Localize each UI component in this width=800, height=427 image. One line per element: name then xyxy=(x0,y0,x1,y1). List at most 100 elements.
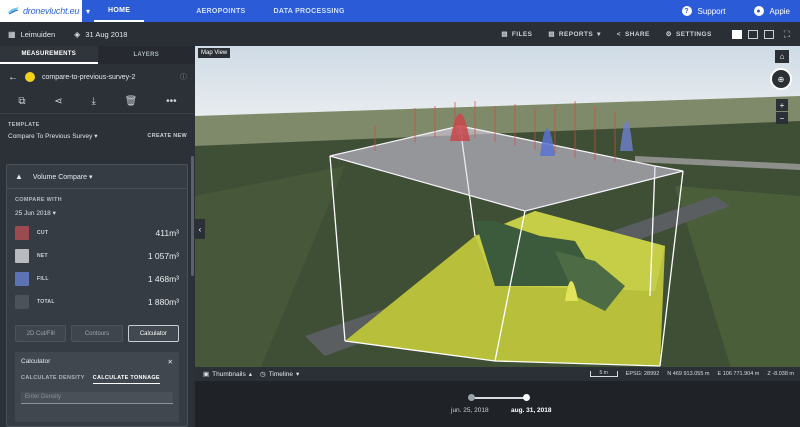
card-title: Volume Compare xyxy=(32,173,88,181)
cut-row: CUT 411m³ xyxy=(7,221,187,244)
timeline-track xyxy=(471,397,525,399)
timeline-date-jun[interactable]: jun. 25, 2018 xyxy=(451,407,489,414)
net-swatch xyxy=(15,248,29,263)
total-label: TOTAL xyxy=(37,298,55,305)
tab-measurements[interactable]: MEASUREMENTS xyxy=(0,46,98,64)
total-value: 1 880m³ xyxy=(147,296,179,307)
image-icon: ▣ xyxy=(203,371,210,378)
gear-icon: ⚙ xyxy=(665,31,672,38)
home-icon[interactable]: ⌂ xyxy=(775,50,789,63)
calculator-button[interactable]: Calculator xyxy=(127,325,179,342)
epsg-readout: EPSG: 28992 xyxy=(625,371,660,377)
settings-button[interactable]: ⚙ SETTINGS xyxy=(658,30,720,39)
share-icon: < xyxy=(616,30,621,38)
map-icon: ▦ xyxy=(8,29,16,39)
fill-label: FILL xyxy=(37,275,49,282)
info-icon[interactable]: ⓘ xyxy=(180,72,187,82)
more-icon[interactable]: ••• xyxy=(166,96,177,107)
back-arrow-icon[interactable]: ← xyxy=(8,72,18,83)
files-icon: ▤ xyxy=(501,31,508,38)
zoom-in-icon[interactable]: + xyxy=(776,99,788,111)
template-label: TEMPLATE xyxy=(8,122,40,128)
cut-value: 411m³ xyxy=(155,227,179,238)
volume-compare-card: ▲ Volume Compare ▾ COMPARE WITH 25 Jun 2… xyxy=(6,164,188,427)
logo-dropdown-icon[interactable]: ▾ xyxy=(82,0,94,22)
measurement-name[interactable]: compare-to-previous-survey-2 xyxy=(42,74,173,81)
total-row: TOTAL 1 880m³ xyxy=(7,290,187,313)
trash-icon[interactable]: 🗑 xyxy=(125,96,138,107)
template-value: Compare To Previous Survey xyxy=(8,133,93,140)
measurement-panel: MEASUREMENTS LAYERS ← compare-to-previou… xyxy=(0,46,195,427)
chevron-down-icon: ▾ xyxy=(296,371,300,378)
compare-date-select[interactable]: 25 Jun 2018 ▾ xyxy=(7,205,187,221)
panel-scrollbar[interactable] xyxy=(191,156,194,276)
timeline-point-jun[interactable] xyxy=(468,394,475,401)
fill-value: 1 468m³ xyxy=(147,273,179,284)
timeline-date-aug[interactable]: aug. 31, 2018 xyxy=(511,407,551,414)
map-viewport[interactable] xyxy=(195,46,800,381)
survey-date[interactable]: 31 Aug 2018 xyxy=(85,30,127,39)
support-link[interactable]: Support xyxy=(698,7,726,16)
density-input[interactable]: Enter Density xyxy=(21,392,173,404)
z-readout: Z -8.038 m xyxy=(767,371,794,377)
zoom-out-icon[interactable]: − xyxy=(776,112,788,124)
tab-aeropoints[interactable]: AEROPOINTS xyxy=(182,0,259,22)
files-button[interactable]: ▤ FILES xyxy=(493,30,540,39)
template-select[interactable]: Compare To Previous Survey ▾ xyxy=(8,132,98,140)
tab-home[interactable]: HOME xyxy=(94,0,145,22)
copy-icon[interactable]: ⧉ xyxy=(18,96,25,107)
total-swatch xyxy=(15,294,29,309)
net-row: NET 1 057m³ xyxy=(7,244,187,267)
thumbnails-label: Thumbnails xyxy=(212,370,246,378)
share-label: SHARE xyxy=(624,30,650,38)
share-icon[interactable]: ⋖ xyxy=(54,96,62,107)
reports-button[interactable]: ▤ REPORTS ▾ xyxy=(540,30,608,39)
close-icon[interactable]: ✕ xyxy=(168,358,173,366)
user-name[interactable]: Appie xyxy=(770,7,790,16)
tab-calculate-density[interactable]: CALCULATE DENSITY xyxy=(21,375,85,384)
map-view-label: Map View xyxy=(198,48,231,58)
layout-sidebar-icon[interactable] xyxy=(731,29,742,39)
scale-label: 5 m xyxy=(599,370,608,376)
logo[interactable]: dronevlucht.eu xyxy=(0,0,82,22)
tab-data-processing[interactable]: DATA PROCESSING xyxy=(260,0,359,22)
logo-text: dronevlucht.eu xyxy=(23,6,80,16)
create-new-button[interactable]: CREATE NEW xyxy=(147,133,187,139)
user-avatar-icon[interactable]: ● xyxy=(753,6,764,16)
calculator-box: Calculator ✕ CALCULATE DENSITY CALCULATE… xyxy=(15,352,179,422)
clock-icon: ◷ xyxy=(260,371,266,378)
share-button[interactable]: < SHARE xyxy=(609,31,658,38)
volume-compare-select[interactable]: Volume Compare ▾ xyxy=(33,173,93,181)
compare-with-label: COMPARE WITH xyxy=(15,197,62,203)
timeline-toggle[interactable]: ◷ Timeline ▾ xyxy=(252,370,300,379)
cutfill-2d-button[interactable]: 2D Cut/Fill xyxy=(15,325,67,342)
layout-split-icon[interactable] xyxy=(747,29,758,39)
settings-label: SETTINGS xyxy=(675,30,712,38)
collapse-panel-icon[interactable]: ‹ xyxy=(195,219,205,239)
tab-layers[interactable]: LAYERS xyxy=(98,46,196,64)
net-label: NET xyxy=(37,252,48,259)
scale-bar: 5 m xyxy=(589,370,618,377)
compare-date: 25 Jun 2018 xyxy=(15,210,51,217)
contours-button[interactable]: Contours xyxy=(71,325,123,342)
project-toolbar: ▦ Leimuiden ◈ 31 Aug 2018 ▤ FILES ▤ REPORT… xyxy=(0,22,800,46)
files-label: FILES xyxy=(511,30,533,38)
compass-icon[interactable]: ⊕ xyxy=(770,68,792,90)
thumbnails-toggle[interactable]: ▣ Thumbnails ▴ xyxy=(195,370,252,379)
project-name[interactable]: Leimuiden xyxy=(21,30,56,39)
measurement-color-dot xyxy=(25,72,35,82)
east-readout: E 106 771.904 m xyxy=(717,371,760,377)
tab-calculate-tonnage[interactable]: CALCULATE TONNAGE xyxy=(92,375,160,384)
cut-swatch xyxy=(15,225,29,240)
layout-triple-icon[interactable] xyxy=(763,29,774,39)
download-icon[interactable]: ⤓ xyxy=(91,96,95,107)
net-value: 1 057m³ xyxy=(147,250,179,261)
chevron-down-icon: ▾ xyxy=(597,31,601,38)
help-icon[interactable]: ? xyxy=(681,6,692,16)
layers-icon: ◈ xyxy=(74,29,81,39)
terrain-3d-render xyxy=(195,46,800,381)
cut-label: CUT xyxy=(37,229,49,236)
fullscreen-icon[interactable]: ⛶ xyxy=(784,29,800,40)
timeline-point-aug[interactable] xyxy=(523,394,530,401)
fill-row: FILL 1 468m³ xyxy=(7,267,187,290)
